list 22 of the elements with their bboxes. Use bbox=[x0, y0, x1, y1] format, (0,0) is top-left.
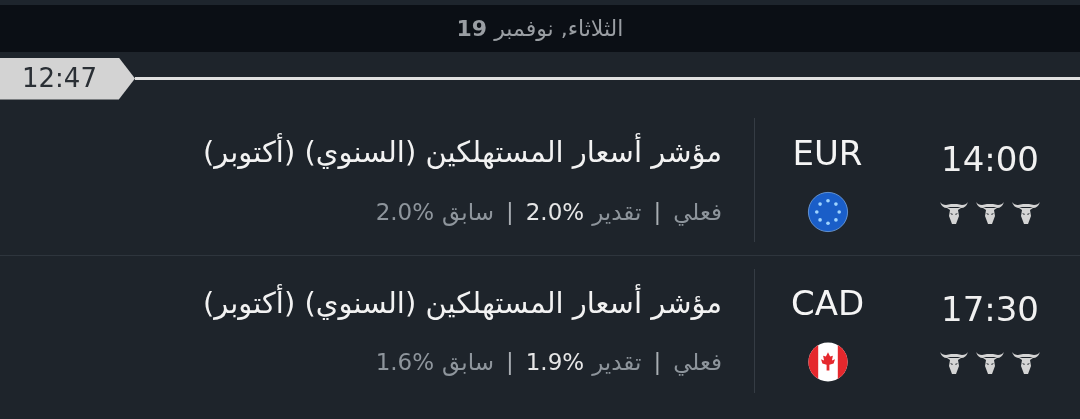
detail-label: فعلي bbox=[673, 197, 722, 228]
separator-text: | bbox=[505, 348, 515, 377]
event-title: مؤشر أسعار المستهلكين (السنوي) (أكتوبر) bbox=[201, 132, 722, 171]
time-marker: 12:47 bbox=[0, 57, 135, 100]
detail-label: سابق bbox=[442, 197, 494, 228]
separator-text: | bbox=[505, 197, 515, 227]
detail-label: تقدير bbox=[592, 348, 642, 378]
detail-value: 2.0% bbox=[375, 197, 435, 227]
detail-label: تقدير bbox=[592, 197, 642, 228]
currency-code: CAD bbox=[790, 282, 865, 325]
separator-text: | bbox=[652, 197, 663, 227]
event-title: مؤشر أسعار المستهلكين (السنوي) (أكتوبر) bbox=[201, 283, 722, 322]
detail-label: فعلي bbox=[673, 348, 722, 378]
event-time: 17:30 bbox=[941, 288, 1039, 331]
flag-icon bbox=[806, 190, 849, 233]
currency-code: EUR bbox=[792, 131, 863, 175]
detail-label: سابق bbox=[442, 348, 494, 378]
detail-value: 2.0% bbox=[525, 197, 585, 227]
detail-value: 1.9% bbox=[525, 348, 585, 377]
event-time: 14:00 bbox=[941, 137, 1039, 181]
separator-text: | bbox=[652, 348, 663, 377]
detail-value: 1.6% bbox=[375, 348, 435, 377]
